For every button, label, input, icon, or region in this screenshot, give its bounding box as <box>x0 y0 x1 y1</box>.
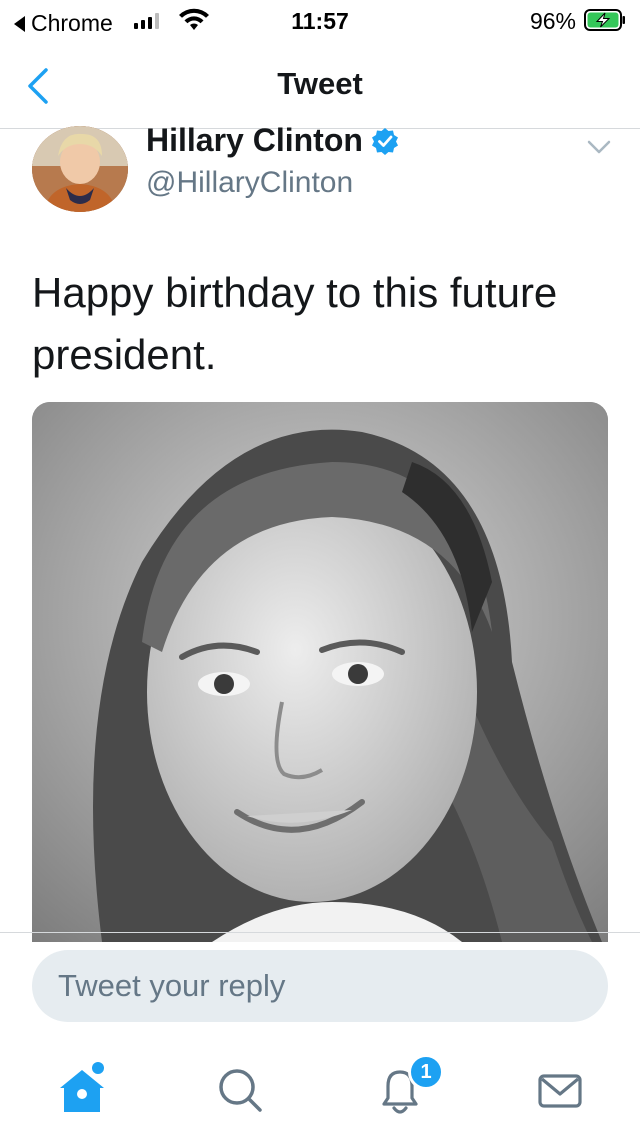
girl-portrait-photo <box>32 402 608 942</box>
battery-percent: 96% <box>529 8 576 34</box>
chevron-down-icon[interactable] <box>586 138 612 156</box>
author-handle[interactable]: @HillaryClinton <box>146 166 353 200</box>
home-icon[interactable] <box>52 1060 112 1120</box>
reply-placeholder: Tweet your reply <box>58 968 286 1003</box>
avatar[interactable] <box>32 126 128 212</box>
search-icon[interactable] <box>210 1060 270 1120</box>
tweet-text: Happy birthday to this future president. <box>32 269 558 378</box>
tweet-photo[interactable] <box>32 402 608 942</box>
avatar-portrait-icon <box>32 126 128 212</box>
mail-icon[interactable] <box>530 1060 590 1120</box>
navigation-bar: Tweet <box>0 44 640 129</box>
battery-charging-icon <box>584 9 625 31</box>
notification-badge: 1 <box>408 1054 444 1090</box>
author-name[interactable]: Hillary Clinton <box>146 122 399 159</box>
reply-input[interactable]: Tweet your reply <box>32 950 608 1022</box>
compose-divider <box>0 932 640 933</box>
status-bar: Chrome 11:57 96% <box>0 0 640 44</box>
author-name-text: Hillary Clinton <box>146 122 363 158</box>
verified-badge-icon <box>371 127 398 155</box>
page-title: Tweet <box>277 66 363 101</box>
tab-bar <box>0 1040 640 1136</box>
